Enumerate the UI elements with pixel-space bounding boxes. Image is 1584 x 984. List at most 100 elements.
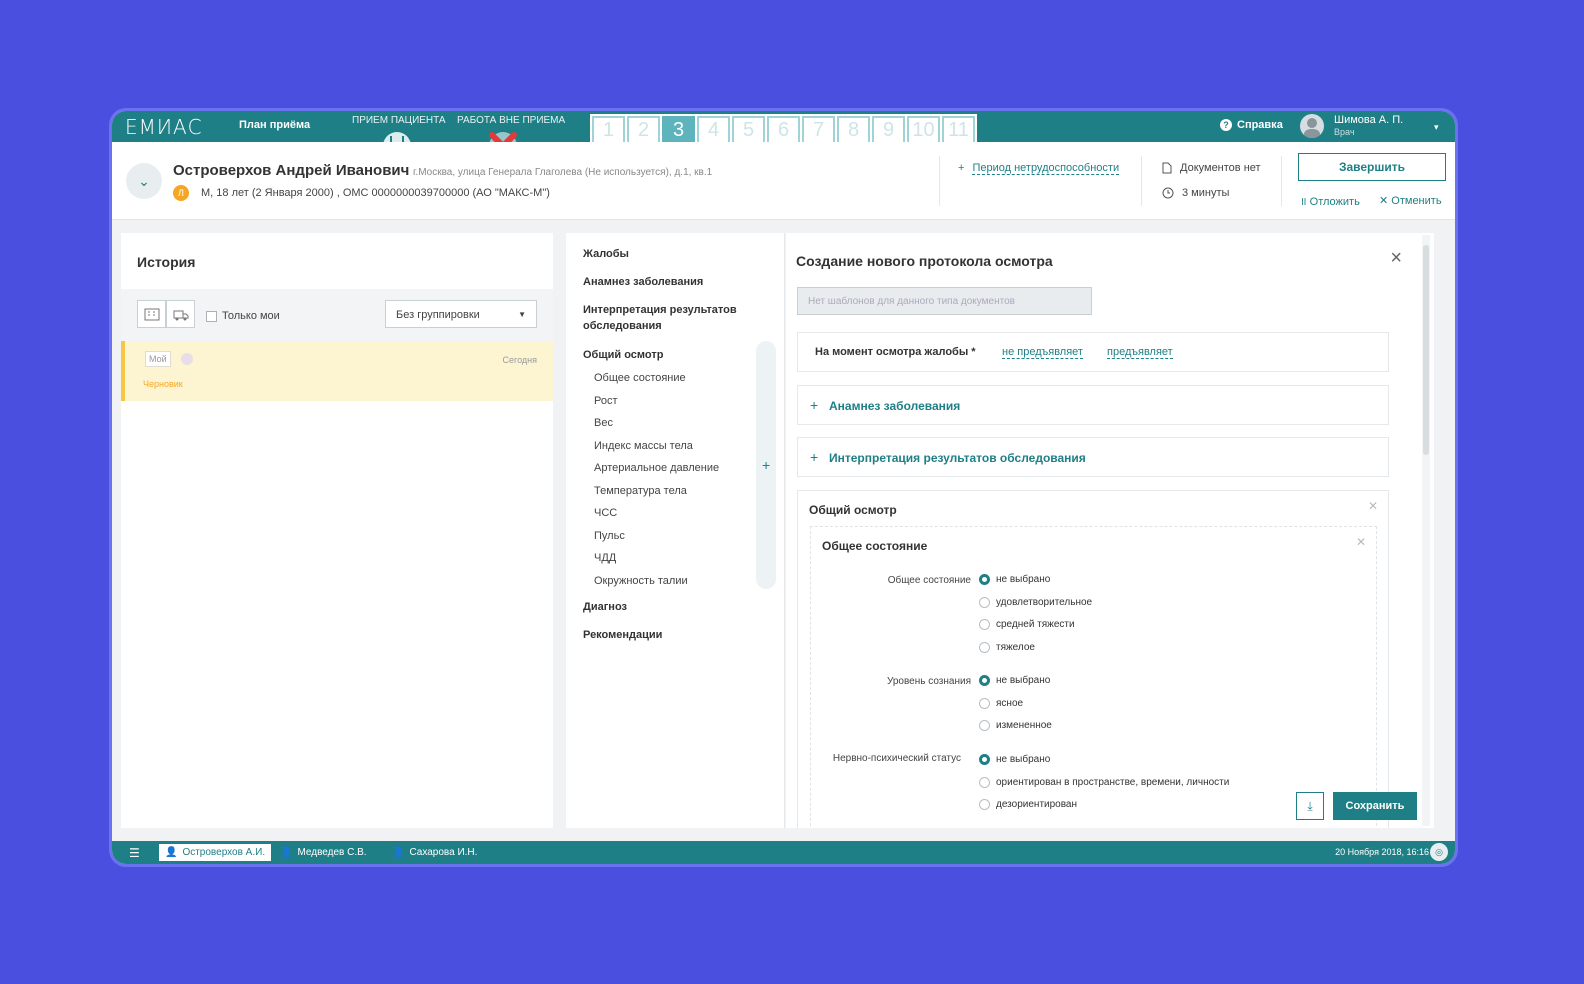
- filter-ambulance-button[interactable]: [166, 300, 195, 328]
- radio-option[interactable]: тяжелое: [979, 642, 1035, 653]
- patient-tab-active[interactable]: 👤 Островерхов А.И.: [159, 844, 272, 861]
- bottom-bar: ☰ 👤 Островерхов А.И. 👤 Медведев С.В. 👤 Саха…: [112, 841, 1455, 864]
- question-label: Нервно-психический статус: [832, 753, 961, 764]
- toc-subitem[interactable]: ЧДД: [594, 552, 616, 564]
- toc-item-complaints[interactable]: Жалобы: [583, 246, 629, 262]
- toc-item-interpretation[interactable]: Интерпретация результатов обследования: [583, 302, 753, 334]
- toc-subitem[interactable]: ЧСС: [594, 507, 617, 519]
- history-title: История: [137, 254, 196, 270]
- radio-option[interactable]: измененное: [979, 720, 1052, 731]
- download-button[interactable]: ⤓: [1296, 792, 1324, 820]
- save-button[interactable]: Сохранить: [1333, 792, 1417, 820]
- toc-subitem[interactable]: Рост: [594, 395, 618, 407]
- documents-status[interactable]: Документов нет: [1162, 162, 1261, 174]
- mine-tag: Мой: [145, 351, 171, 367]
- remove-block-icon[interactable]: ✕: [1356, 535, 1366, 549]
- sick-leave-link[interactable]: + Период нетрудоспособности: [958, 162, 1120, 175]
- grouping-select[interactable]: Без группировки ▼: [385, 300, 537, 328]
- step-cell[interactable]: 10: [907, 116, 940, 144]
- protocol-form: Создание нового протокола осмотра × Нет …: [786, 233, 1434, 828]
- user-avatar-icon: [1304, 118, 1320, 138]
- scrollbar-thumb[interactable]: [1423, 245, 1429, 455]
- radio-option[interactable]: не выбрано: [979, 675, 1050, 686]
- toc-item-recommendations[interactable]: Рекомендации: [583, 627, 662, 643]
- pause-icon: ॥: [1300, 196, 1307, 208]
- toc-subitem[interactable]: Общее состояние: [594, 372, 686, 384]
- help-link[interactable]: ? Справка: [1220, 119, 1283, 131]
- interpretation-expander[interactable]: + Интерпретация результатов обследования: [797, 437, 1389, 477]
- menu-icon[interactable]: ☰: [129, 846, 140, 860]
- complaints-option-none[interactable]: не предъявляет: [1002, 346, 1083, 359]
- step-cell[interactable]: 5: [732, 116, 765, 144]
- step-cell[interactable]: 8: [837, 116, 870, 144]
- add-section-icon[interactable]: +: [762, 457, 770, 473]
- filter-facility-button[interactable]: [137, 300, 166, 328]
- help-icon: ?: [1220, 119, 1232, 131]
- radio-option[interactable]: не выбрано: [979, 574, 1050, 585]
- complaints-option-present[interactable]: предъявляет: [1107, 346, 1173, 359]
- draft-history-item[interactable]: Мой Сегодня Черновик: [121, 341, 553, 401]
- benefit-badge: Л: [173, 185, 189, 201]
- toc-subitem[interactable]: Артериальное давление: [594, 462, 719, 474]
- radio-option[interactable]: ориентирован в пространстве, времени, ли…: [979, 777, 1229, 788]
- step-cell[interactable]: 1: [592, 116, 625, 144]
- documents-label: Документов нет: [1180, 162, 1261, 174]
- step-cell-active[interactable]: 3: [662, 116, 695, 144]
- patient-tab[interactable]: 👤 Сахарова И.Н.: [386, 844, 483, 861]
- history-toolbar: Только мои Без группировки ▼: [121, 289, 553, 341]
- finish-button[interactable]: Завершить: [1298, 153, 1446, 181]
- step-cell[interactable]: 9: [872, 116, 905, 144]
- toc-subitem[interactable]: Вес: [594, 417, 613, 429]
- toc-subitem[interactable]: Индекс массы тела: [594, 440, 693, 452]
- step-cell[interactable]: 7: [802, 116, 835, 144]
- anamnesis-expander[interactable]: + Анамнез заболевания: [797, 385, 1389, 425]
- plus-icon: +: [958, 162, 965, 174]
- form-scrollbar[interactable]: [1422, 235, 1430, 826]
- patient-name: Островерхов Андрей Иванович: [173, 162, 410, 179]
- question-label: Общее состояние: [887, 575, 971, 586]
- user-menu-caret-icon[interactable]: ▾: [1434, 122, 1439, 133]
- support-icon[interactable]: ◎: [1430, 843, 1448, 861]
- radio-option[interactable]: удовлетворительное: [979, 597, 1092, 608]
- tab-patient-reception[interactable]: Прием пациента: [352, 115, 446, 126]
- template-select[interactable]: Нет шаблонов для данного типа документов: [797, 287, 1092, 315]
- help-label: Справка: [1237, 119, 1283, 131]
- only-mine-checkbox[interactable]: Только мои: [206, 310, 280, 322]
- nav-plan-link[interactable]: План приёма: [239, 119, 310, 131]
- step-cell[interactable]: 4: [697, 116, 730, 144]
- remove-section-icon[interactable]: ✕: [1368, 499, 1378, 513]
- cancel-button[interactable]: ✕ Отменить: [1379, 194, 1442, 207]
- toc-subitem[interactable]: Пульс: [594, 530, 625, 542]
- user-avatar[interactable]: [1300, 114, 1324, 138]
- step-cell[interactable]: 2: [627, 116, 660, 144]
- step-cell[interactable]: 6: [767, 116, 800, 144]
- radio-option[interactable]: средней тяжести: [979, 619, 1075, 630]
- checkbox-box: [206, 310, 217, 322]
- option-label: тяжелое: [996, 642, 1035, 653]
- chevron-down-icon: ▼: [518, 310, 526, 319]
- toc-subitem[interactable]: Окружность талии: [594, 575, 688, 587]
- draft-state: Черновик: [143, 379, 183, 389]
- postpone-button[interactable]: ॥ Отложить: [1300, 194, 1360, 209]
- patient-info: М, 18 лет (2 Января 2000) , ОМС 00000000…: [201, 187, 550, 199]
- step-cell[interactable]: 11: [942, 116, 975, 144]
- toc-item-general[interactable]: Общий осмотр: [583, 347, 663, 363]
- general-state-title: Общее состояние: [822, 539, 928, 553]
- radio-icon: [979, 597, 990, 608]
- radio-icon: [979, 619, 990, 630]
- app-logo[interactable]: ЕМИАС: [125, 115, 203, 139]
- anamnesis-label: Анамнез заболевания: [829, 399, 961, 413]
- toc-subitem[interactable]: Температура тела: [594, 485, 687, 497]
- radio-option[interactable]: не выбрано: [979, 754, 1050, 765]
- collapse-patient-button[interactable]: ⌄: [126, 163, 162, 199]
- radio-option[interactable]: ясное: [979, 698, 1023, 709]
- radio-option[interactable]: дезориентирован: [979, 799, 1077, 810]
- patient-tab[interactable]: 👤 Медведев С.В.: [274, 844, 373, 861]
- toc-item-anamnesis[interactable]: Анамнез заболевания: [583, 274, 703, 290]
- toc-item-diagnosis[interactable]: Диагноз: [583, 599, 627, 615]
- user-name: Шимова А. П.: [1334, 114, 1404, 126]
- tab-work-outside[interactable]: Работа вне приема: [457, 115, 565, 126]
- patient-tab-label: Островерхов А.И.: [182, 847, 266, 858]
- cancel-label: Отменить: [1391, 195, 1442, 207]
- close-form-icon[interactable]: ×: [1390, 247, 1402, 270]
